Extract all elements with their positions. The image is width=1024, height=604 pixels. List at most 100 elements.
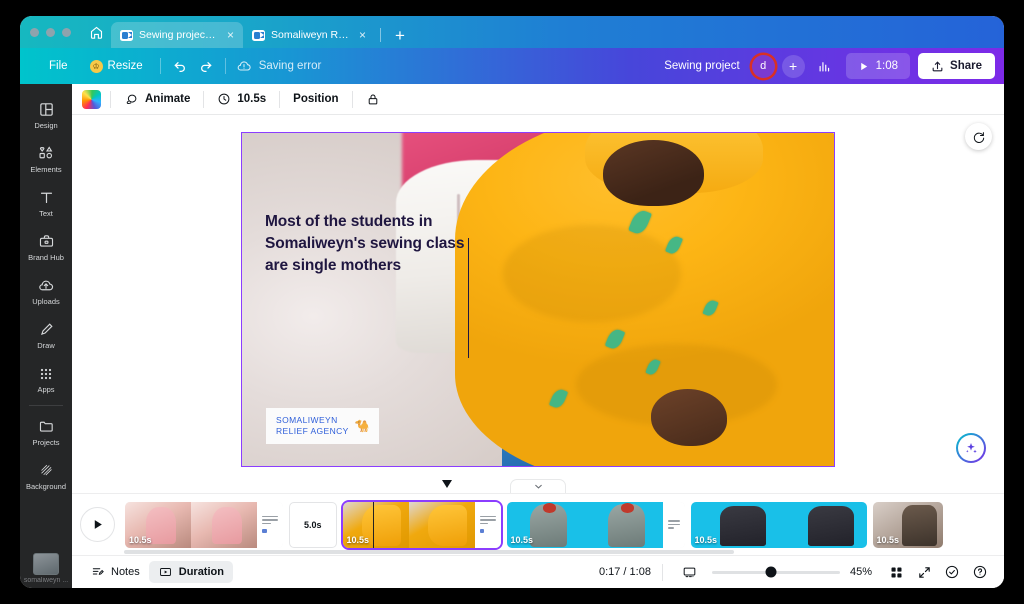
rainbow-swatch[interactable] (82, 89, 101, 109)
timeline-clip[interactable]: 10.5s (125, 501, 283, 548)
clip-duration: 10.5s (876, 534, 900, 545)
timeline-clip[interactable]: 10.5s (690, 501, 867, 548)
left-sidebar: Design Elements Text Brand Hub Uploads D… (20, 84, 72, 588)
chevron-down-icon (534, 484, 542, 489)
clock-icon (218, 93, 230, 105)
project-duration: 1:08 (875, 60, 899, 72)
zoom-slider-knob[interactable] (765, 566, 777, 578)
avatar[interactable]: d (751, 54, 775, 78)
magic-sparkle-icon[interactable] (956, 433, 986, 463)
crown-icon: ♔ (89, 59, 103, 73)
sidebar-item-elements[interactable]: Elements (20, 136, 72, 180)
timeline-play-button[interactable] (80, 507, 115, 542)
timeline-clip-selected[interactable]: 10.5s (340, 499, 503, 550)
timeline-scrollbar[interactable] (124, 550, 734, 554)
context-divider (203, 90, 205, 108)
context-divider (110, 90, 111, 108)
rotate-add-icon[interactable] (965, 123, 992, 150)
toolbar-divider (224, 58, 226, 74)
clip-duration: 5.0s (304, 519, 322, 530)
camel-icon: 🐪 (354, 418, 370, 433)
zoom-slider[interactable] (711, 566, 840, 578)
sidebar-item-label: Draw (37, 341, 55, 350)
add-collaborator-button[interactable]: + (781, 54, 805, 78)
clip-duration: 10.5s (510, 534, 534, 545)
share-button[interactable]: Share (918, 53, 995, 79)
duration-icon (159, 568, 171, 576)
sidebar-item-text[interactable]: Text (20, 180, 72, 224)
clip-duration: 10.5s (346, 534, 370, 545)
home-icon[interactable] (81, 16, 111, 48)
design-canvas[interactable]: Most of the students in Somaliweyn's sew… (241, 132, 835, 467)
present-icon[interactable] (678, 560, 702, 584)
new-tab-button[interactable]: + (386, 27, 414, 48)
canvas-area[interactable]: Most of the students in Somaliweyn's sew… (72, 115, 1004, 479)
lock-icon[interactable] (362, 88, 384, 111)
help-circle-icon[interactable] (968, 560, 992, 584)
timeline-clip[interactable]: 5.0s (289, 501, 337, 548)
app-toolbar: File ♔ Resize Saving error Sewing projec… (20, 48, 1004, 84)
animate-button[interactable]: Animate (120, 88, 194, 111)
animate-icon (126, 94, 137, 104)
undo-icon[interactable] (167, 54, 193, 78)
timeline-header (72, 479, 1004, 493)
text-icon (38, 187, 55, 206)
timeline-track[interactable]: 10.5s 5.0s 10.5s 10.5s 10.5s 10.5s (72, 493, 1004, 555)
sidebar-item-label: Brand Hub (28, 253, 64, 262)
context-divider (279, 90, 281, 108)
sidebar-item-draw[interactable]: Draw (20, 312, 72, 356)
minimize-window-dot[interactable] (46, 27, 55, 37)
check-circle-icon[interactable] (940, 560, 964, 584)
browser-tab-1[interactable]: Sewing project - Vi... × (111, 22, 243, 48)
text-cursor (468, 238, 470, 358)
video-icon (120, 29, 133, 41)
sidebar-project-thumbnail[interactable]: somaliweyn ... (20, 553, 72, 584)
browser-window: Sewing project - Vi... × Somaliweyn Reli… (20, 16, 1004, 588)
grid-icon[interactable] (884, 560, 908, 584)
sidebar-item-label: Design (34, 121, 58, 130)
playhead-marker[interactable] (442, 480, 452, 488)
pen-icon (38, 319, 55, 338)
toolbar-divider (159, 58, 161, 74)
file-menu-label: File (49, 60, 68, 72)
close-tab-icon[interactable]: × (356, 28, 369, 42)
duration-label: Duration (178, 566, 224, 578)
sidebar-item-projects[interactable]: Projects (20, 409, 72, 453)
sidebar-item-uploads[interactable]: Uploads (20, 268, 72, 312)
preview-play-button[interactable]: 1:08 (845, 53, 911, 79)
close-tab-icon[interactable]: × (224, 28, 237, 42)
timeline-collapse-button[interactable] (510, 479, 566, 493)
maximize-window-dot[interactable] (62, 27, 71, 37)
animate-label: Animate (145, 93, 191, 105)
browser-tab-2[interactable]: Somaliweyn Relief ... × (243, 22, 375, 48)
duration-button[interactable]: Duration (148, 561, 233, 583)
redo-icon[interactable] (193, 54, 219, 78)
clip-duration: 10.5s (129, 534, 152, 545)
sidebar-item-brand-hub[interactable]: Brand Hub (20, 224, 72, 268)
close-window-dot[interactable] (30, 27, 39, 37)
timeline-clip[interactable]: 10.5s (506, 501, 685, 548)
timeline-clip[interactable]: 10.5s (872, 501, 943, 548)
window-traffic-lights (26, 16, 81, 48)
sidebar-item-background[interactable]: Background (20, 453, 72, 497)
notes-icon (92, 568, 104, 575)
bar-chart-icon[interactable] (811, 53, 839, 79)
logo-overlay[interactable]: SOMALIWEYN RELIEF AGENCY 🐪 (266, 407, 379, 444)
clip-duration-value: 10.5s (237, 93, 267, 105)
statusbar-divider (661, 563, 663, 581)
notes-label: Notes (111, 566, 140, 578)
position-button[interactable]: Position (289, 88, 342, 111)
sidebar-item-apps[interactable]: Apps (20, 356, 72, 400)
sidebar-item-label: Apps (37, 385, 55, 394)
clip-duration-button[interactable]: 10.5s (213, 88, 270, 111)
expand-icon[interactable] (912, 560, 936, 584)
canvas-headline[interactable]: Most of the students in Somaliweyn's sew… (265, 211, 465, 277)
main-panel: Animate 10.5s Position Most of the stude… (72, 84, 1004, 588)
file-menu-button[interactable]: File (38, 54, 79, 78)
resize-button[interactable]: ♔ Resize (79, 54, 154, 78)
play-icon (94, 520, 102, 529)
project-name[interactable]: Sewing project (664, 60, 751, 72)
sidebar-item-design[interactable]: Design (20, 92, 72, 136)
notes-button[interactable]: Notes (82, 561, 149, 583)
sidebar-item-label: Elements (30, 165, 62, 174)
